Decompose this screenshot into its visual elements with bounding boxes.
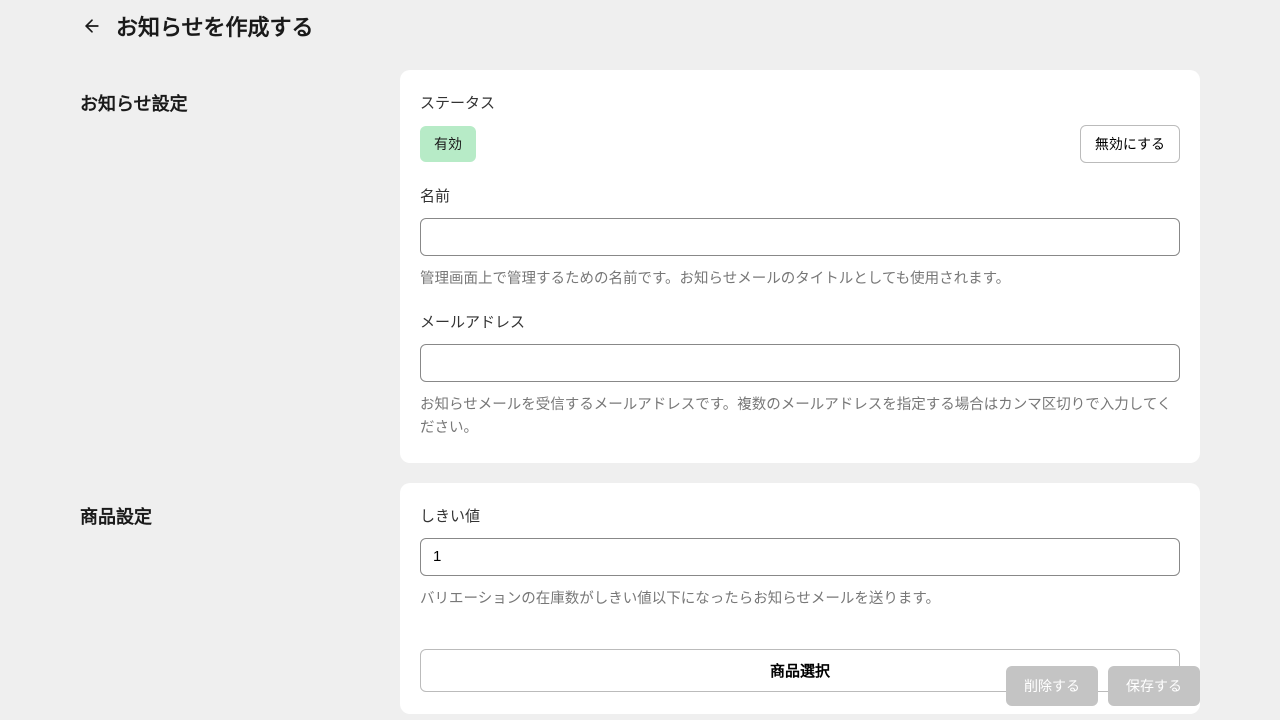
name-help: 管理画面上で管理するための名前です。お知らせメールのタイトルとしても使用されます… — [420, 268, 1180, 291]
threshold-input[interactable] — [420, 538, 1180, 576]
back-button[interactable] — [80, 14, 104, 38]
save-button[interactable]: 保存する — [1108, 666, 1200, 706]
disable-button[interactable]: 無効にする — [1080, 125, 1180, 163]
delete-button[interactable]: 削除する — [1006, 666, 1098, 706]
page-title: お知らせを作成する — [116, 10, 314, 42]
threshold-help: バリエーションの在庫数がしきい値以下になったらお知らせメールを送ります。 — [420, 588, 1180, 611]
name-input[interactable] — [420, 218, 1180, 256]
arrow-left-icon — [82, 16, 102, 36]
status-badge: 有効 — [420, 126, 476, 162]
section-title-product: 商品設定 — [80, 483, 360, 714]
email-help: お知らせメールを受信するメールアドレスです。複数のメールアドレスを指定する場合は… — [420, 394, 1180, 440]
name-label: 名前 — [420, 185, 1180, 206]
email-input[interactable] — [420, 344, 1180, 382]
status-label: ステータス — [420, 92, 1180, 113]
email-label: メールアドレス — [420, 311, 1180, 332]
section-title-notification: お知らせ設定 — [80, 70, 360, 463]
threshold-label: しきい値 — [420, 505, 1180, 526]
notification-card: ステータス 有効 無効にする 名前 管理画面上で管理するための名前です。お知らせ… — [400, 70, 1200, 463]
